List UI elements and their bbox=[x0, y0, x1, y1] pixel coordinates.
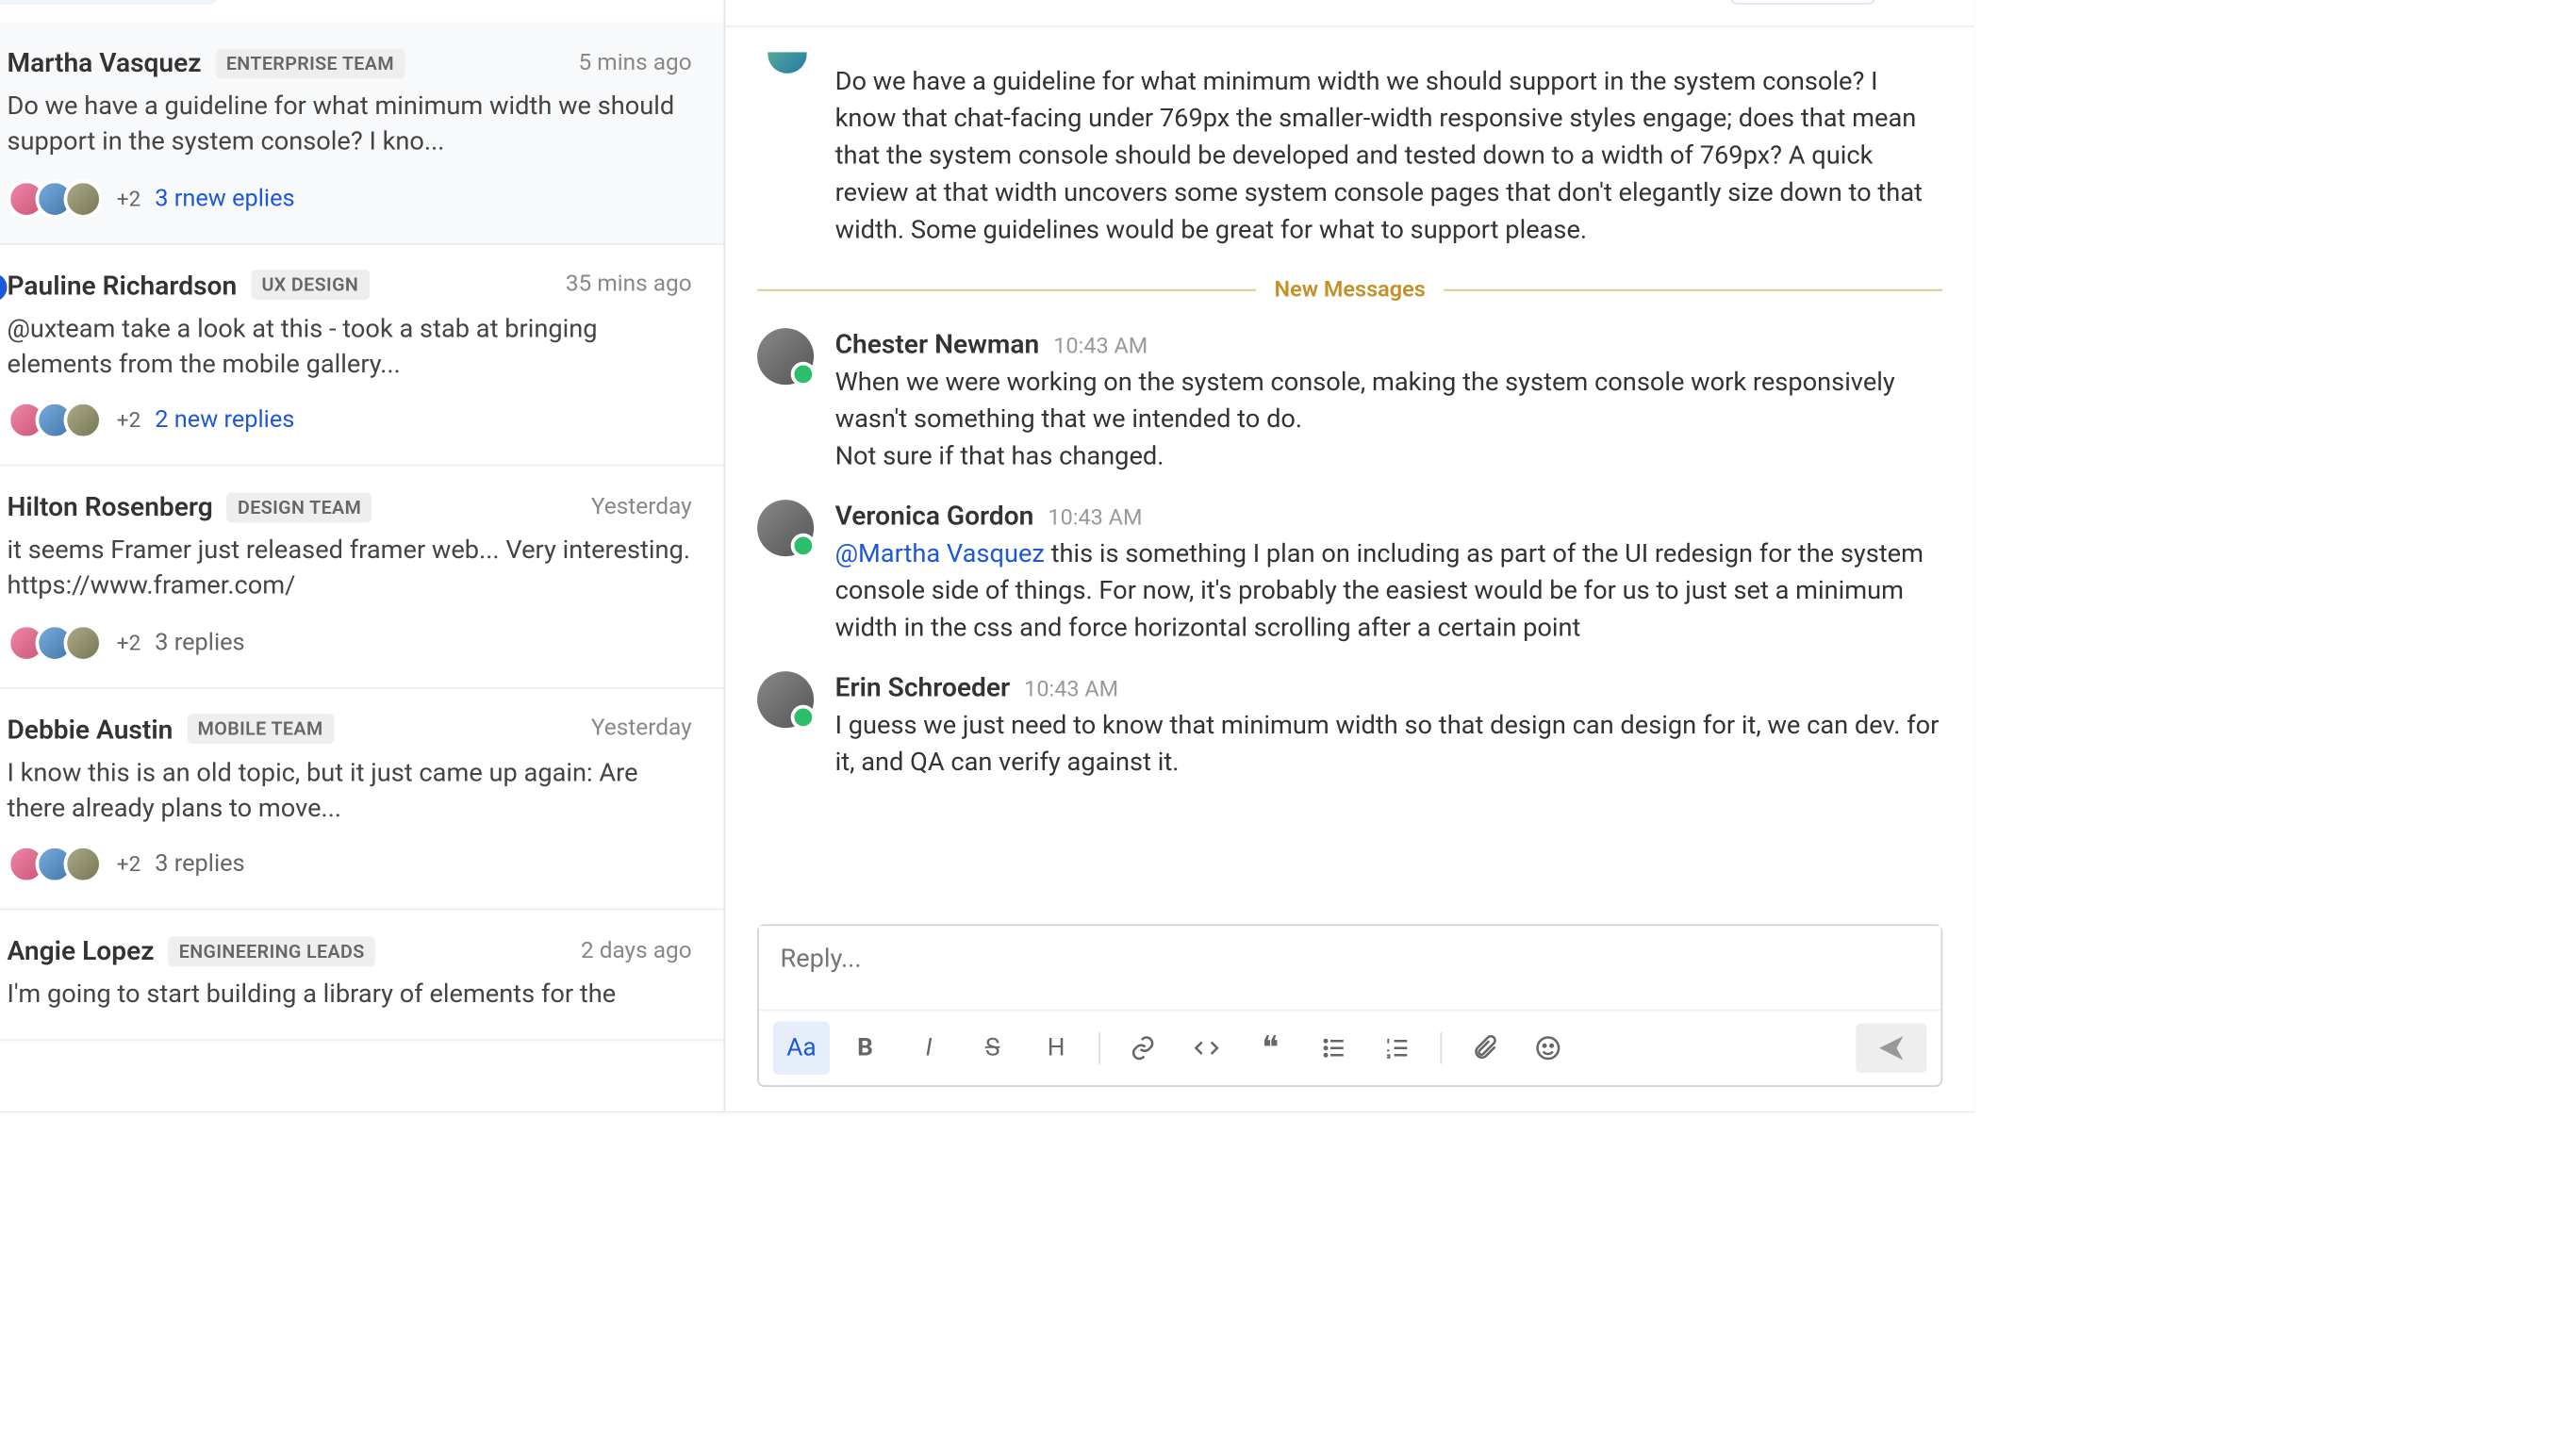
emoji-button[interactable] bbox=[1520, 1022, 1577, 1075]
participant-avatars bbox=[7, 846, 102, 884]
message-time: 10:43 AM bbox=[1048, 505, 1142, 532]
message-avatar bbox=[757, 500, 814, 556]
divider-label: New Messages bbox=[1275, 277, 1426, 304]
send-button[interactable] bbox=[1856, 1024, 1926, 1074]
user-mention[interactable]: @Martha Vasquez bbox=[835, 539, 1045, 569]
more-participants: +2 bbox=[117, 408, 140, 433]
participant-avatars bbox=[7, 401, 102, 439]
thread-channel-tag: UX DESIGN bbox=[251, 270, 369, 300]
thread-list-item[interactable]: Angie Lopez ENGINEERING LEADS 2 days ago I'… bbox=[0, 911, 723, 1041]
unread-count-badge: 1 bbox=[0, 272, 7, 301]
participant-avatars bbox=[7, 623, 102, 662]
thread-author: Hilton Rosenberg bbox=[7, 491, 212, 523]
replies-link[interactable]: 3 rnew eplies bbox=[155, 184, 294, 212]
thread-author: Angie Lopez bbox=[7, 935, 154, 967]
attach-button[interactable] bbox=[1456, 1022, 1512, 1075]
replies-link[interactable]: 2 new replies bbox=[155, 406, 294, 435]
thread-author: Pauline Richardson bbox=[7, 269, 237, 301]
thread-list-item[interactable]: Martha Vasquez ENTERPRISE TEAM 5 mins ago D… bbox=[0, 22, 723, 244]
thread-messages: Do we have a guideline for what minimum … bbox=[725, 27, 1974, 907]
numbered-list-button[interactable] bbox=[1369, 1022, 1426, 1075]
thread-preview: I'm going to start building a library of… bbox=[7, 978, 691, 1013]
replies-count: 3 replies bbox=[155, 850, 244, 879]
message-body: Do we have a guideline for what minimum … bbox=[835, 63, 1943, 249]
main-content: Followed threads Threads you're particip… bbox=[0, 0, 1974, 1111]
format-toggle-button[interactable]: Aa bbox=[773, 1022, 830, 1075]
new-messages-divider: New Messages bbox=[757, 277, 1942, 304]
thread-list-item[interactable]: Hilton Rosenberg DESIGN TEAM Yesterday it s… bbox=[0, 467, 723, 689]
thread-timestamp: 2 days ago bbox=[581, 938, 692, 964]
more-participants: +2 bbox=[117, 852, 140, 877]
thread-timestamp: Yesterday bbox=[591, 716, 692, 743]
thread-reply-message: Chester Newman 10:43 AM When we were worki… bbox=[757, 328, 1942, 475]
thread-reply-message: Erin Schroeder 10:43 AM I guess we just ne… bbox=[757, 671, 1942, 781]
strike-button[interactable]: S bbox=[965, 1022, 1021, 1075]
thread-list: All your threads Unreads Martha Vasquez E… bbox=[0, 0, 725, 1111]
thread-detail-pane: Thread Enterprise Team Following Do we h… bbox=[725, 0, 1974, 1111]
app-root: 4 Community ▾ Channels Playbooks × Board… bbox=[0, 0, 1974, 1111]
thread-preview: @uxteam take a look at this - took a sta… bbox=[7, 311, 691, 383]
reply-input[interactable] bbox=[759, 926, 1940, 1009]
thread-channel-tag: DESIGN TEAM bbox=[227, 492, 372, 522]
message-body: @Martha Vasquez this is something I plan… bbox=[835, 535, 1943, 647]
message-avatar bbox=[757, 671, 814, 728]
more-participants: +2 bbox=[117, 186, 140, 210]
thread-preview: I know this is an old topic, but it just… bbox=[7, 756, 691, 828]
thread-list-item[interactable]: Debbie Austin MOBILE TEAM Yesterday I know … bbox=[0, 688, 723, 911]
thread-timestamp: 35 mins ago bbox=[566, 272, 692, 298]
thread-timestamp: Yesterday bbox=[591, 494, 692, 520]
message-author: Chester Newman bbox=[835, 328, 1040, 360]
message-body: I guess we just need to know that minimu… bbox=[835, 707, 1943, 782]
thread-channel-tag: MOBILE TEAM bbox=[187, 715, 333, 745]
app-body: Channels Search bbox=[0, 0, 1974, 1111]
follow-toggle-button[interactable]: Following bbox=[1730, 0, 1875, 5]
thread-channel-tag: ENTERPRISE TEAM bbox=[216, 48, 405, 78]
message-time: 10:43 AM bbox=[1024, 677, 1118, 703]
tab-unreads[interactable]: Unreads bbox=[250, 0, 392, 5]
tab-all-threads[interactable]: All your threads bbox=[0, 0, 218, 5]
italic-button[interactable]: I bbox=[900, 1022, 957, 1075]
thread-author: Debbie Austin bbox=[7, 714, 173, 746]
link-button[interactable] bbox=[1115, 1022, 1171, 1075]
reply-composer: Aa B I S H ❝ bbox=[757, 924, 1942, 1087]
code-button[interactable] bbox=[1179, 1022, 1235, 1075]
more-participants: +2 bbox=[117, 631, 140, 655]
message-author: Veronica Gordon bbox=[835, 500, 1034, 532]
thread-timestamp: 5 mins ago bbox=[579, 50, 692, 76]
thread-reply-message: Veronica Gordon 10:43 AM @Martha Vasquez t… bbox=[757, 500, 1942, 647]
thread-author: Martha Vasquez bbox=[7, 47, 201, 79]
thread-preview: Do we have a guideline for what minimum … bbox=[7, 90, 691, 161]
formatting-toolbar: Aa B I S H ❝ bbox=[759, 1009, 1940, 1085]
thread-list-item[interactable]: 1Pauline Richardson UX DESIGN 35 mins ago @… bbox=[0, 244, 723, 467]
message-author: Erin Schroeder bbox=[835, 671, 1011, 703]
heading-button[interactable]: H bbox=[1028, 1022, 1084, 1075]
message-time: 10:43 AM bbox=[1053, 334, 1148, 360]
quote-button[interactable]: ❝ bbox=[1242, 1022, 1298, 1075]
bulleted-list-button[interactable] bbox=[1306, 1022, 1362, 1075]
message-avatar bbox=[757, 328, 814, 385]
participant-avatars bbox=[7, 179, 102, 218]
thread-channel-tag: ENGINEERING LEADS bbox=[168, 936, 374, 966]
message-body: When we were working on the system conso… bbox=[835, 364, 1943, 475]
thread-preview: it seems Framer just released framer web… bbox=[7, 534, 691, 605]
thread-more-menu[interactable] bbox=[1900, 0, 1942, 1]
thread-root-message: Do we have a guideline for what minimum … bbox=[757, 59, 1942, 249]
replies-count: 3 replies bbox=[155, 629, 244, 657]
bold-button[interactable]: B bbox=[836, 1022, 893, 1075]
